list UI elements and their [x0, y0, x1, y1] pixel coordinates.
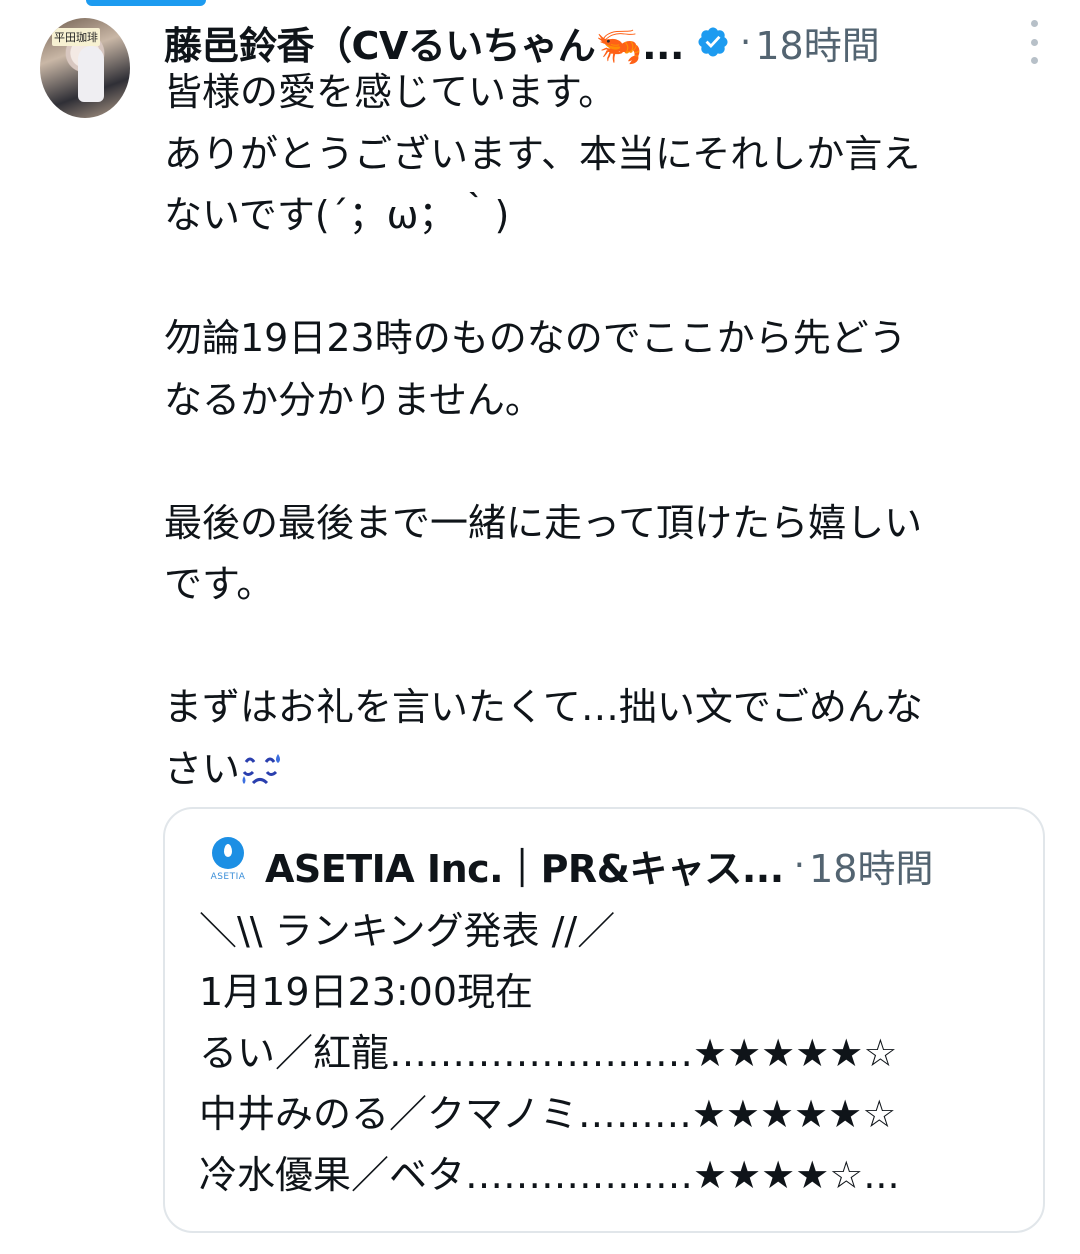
tweet-line — [164, 431, 1054, 493]
quoted-tweet-header: ASETIA ASETIA Inc.｜PR&キャス... · 18時間 — [203, 837, 933, 893]
author-avatar[interactable]: 平田珈琲 — [40, 18, 130, 118]
tweet-line: 最後の最後まで一緒に走って頂けたら嬉しい — [164, 500, 923, 545]
avatar-person — [78, 46, 104, 102]
tweet-line: ありがとうございます、本当にそれしか言え — [164, 131, 921, 176]
tweet-line — [164, 616, 1054, 678]
quoted-header-separator: · — [793, 844, 806, 886]
avatar-sign-text: 平田珈琲 — [52, 28, 100, 46]
more-options-icon[interactable] — [1024, 20, 1044, 64]
tweet-line: 皆様の愛を感じています。 — [164, 70, 617, 114]
tweet-line: まずはお礼を言いたくて…拙い文でごめんな — [164, 685, 923, 729]
header-separator: · — [739, 21, 752, 63]
verified-badge-icon — [698, 27, 728, 57]
tweet-line: です。 — [164, 562, 275, 606]
quoted-line: 1月19日23:00現在 — [199, 970, 534, 1014]
logo-text: ASETIA — [210, 872, 246, 882]
asetia-logo-icon[interactable]: ASETIA — [203, 837, 253, 893]
quoted-tweet-card[interactable]: ASETIA ASETIA Inc.｜PR&キャス... · 18時間 ＼\\ … — [163, 807, 1045, 1233]
quoted-line: 冷水優果／ベタ………………★★★★☆... — [199, 1153, 900, 1197]
active-tab-indicator — [86, 0, 206, 6]
water-drop-icon — [212, 837, 244, 869]
tweet-line: 勿論19日23時のものなのでここから先どう — [164, 316, 907, 360]
quoted-author-name[interactable]: ASETIA Inc.｜PR&キャス... — [265, 838, 784, 893]
tweet-line: なるか分かりません。 — [164, 377, 543, 422]
tweet-last-line: さい — [164, 739, 1054, 801]
tweet-text: 皆様の愛を感じています。 ありがとうございます、本当にそれしか言え ないです(´… — [164, 62, 1054, 800]
quoted-line: ＼\\ ランキング発表 //／ — [199, 909, 616, 953]
tweet-line: ないです(´；ω；｀) — [164, 193, 510, 237]
quoted-line: 中井みのる／クマノミ………★★★★★☆ — [199, 1092, 897, 1136]
quoted-tweet-text: ＼\\ ランキング発表 //／ 1月19日23:00現在 るい／紅龍………………… — [199, 901, 1029, 1206]
quoted-line: るい／紅龍……………………★★★★★☆ — [199, 1031, 898, 1075]
quoted-timestamp[interactable]: 18時間 — [809, 838, 933, 893]
tweet-line — [164, 247, 1054, 309]
tweet-line: さい — [164, 746, 241, 791]
sweat-face-emoji-icon — [242, 753, 281, 784]
